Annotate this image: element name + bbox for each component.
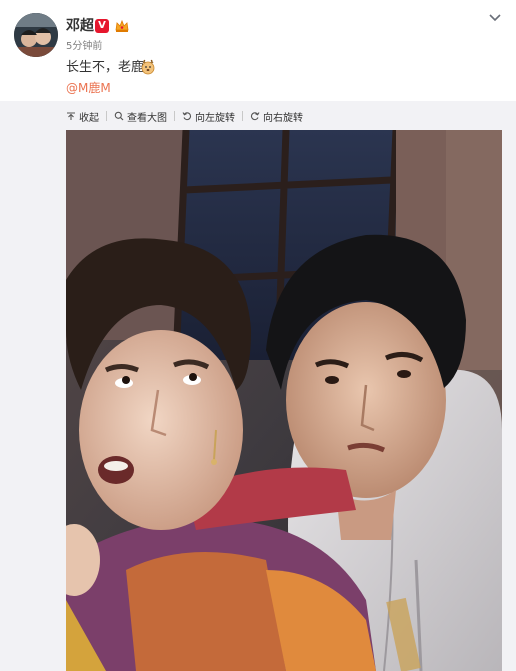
rotate-left-label: 向左旋转 bbox=[195, 112, 235, 124]
post-header: 邓超 V 5分钟前 长生不，老鹿 @M鹿M bbox=[0, 0, 516, 101]
magnifier-icon bbox=[114, 111, 124, 121]
post-text: 长生不，老鹿 bbox=[66, 60, 145, 75]
rotate-right-button[interactable]: 向右旋转 bbox=[250, 108, 303, 124]
collapse-button[interactable]: 收起 bbox=[66, 108, 99, 124]
mention-link[interactable]: @M鹿M bbox=[66, 80, 111, 96]
username[interactable]: 邓超 bbox=[66, 17, 94, 35]
collapse-label: 收起 bbox=[79, 112, 99, 124]
avatar[interactable] bbox=[14, 13, 58, 57]
collapse-up-icon bbox=[67, 112, 75, 120]
view-large-label: 查看大图 bbox=[127, 112, 167, 124]
post-timestamp[interactable]: 5分钟前 bbox=[66, 41, 102, 53]
crown-icon bbox=[115, 19, 129, 32]
toolbar-divider bbox=[174, 111, 175, 121]
selfie-photo-image bbox=[66, 130, 502, 671]
toolbar-divider bbox=[106, 111, 107, 121]
rotate-left-button[interactable]: 向左旋转 bbox=[182, 108, 235, 124]
toolbar-divider bbox=[242, 111, 243, 121]
verified-badge: V bbox=[95, 19, 109, 33]
rotate-right-icon bbox=[250, 112, 260, 121]
view-large-button[interactable]: 查看大图 bbox=[114, 108, 167, 124]
rotate-left-icon bbox=[182, 112, 192, 121]
media-toolbar: 收起 查看大图 向左旋转 向右旋转 bbox=[66, 108, 303, 124]
deer-emoji bbox=[141, 59, 155, 75]
chevron-down-icon[interactable] bbox=[488, 12, 502, 24]
post-photo[interactable] bbox=[66, 130, 502, 671]
rotate-right-label: 向右旋转 bbox=[263, 112, 303, 124]
